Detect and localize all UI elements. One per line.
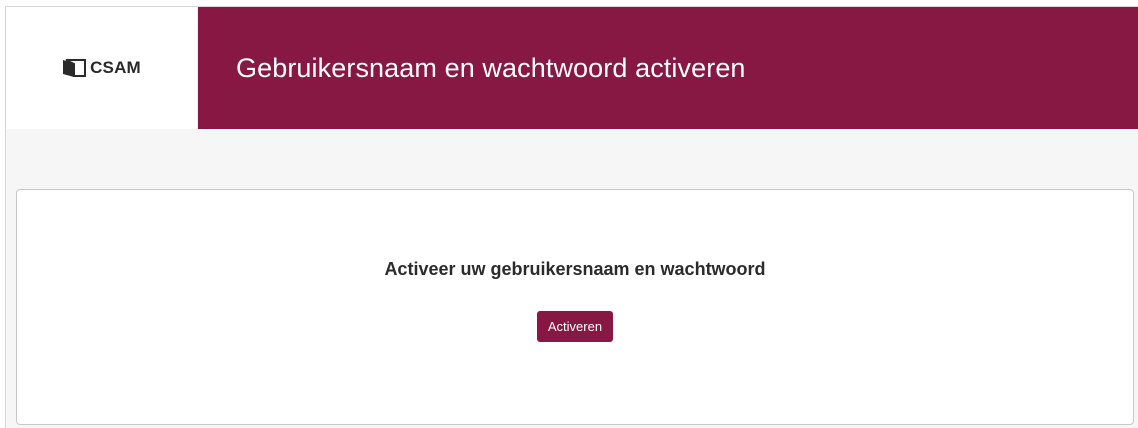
page-frame: CSAM Gebruikersnaam en wachtwoord active…	[5, 6, 1138, 428]
logo-container: CSAM	[6, 7, 198, 129]
csam-logo[interactable]: CSAM	[62, 58, 141, 78]
activate-button[interactable]: Activeren	[536, 311, 614, 342]
page-title: Gebruikersnaam en wachtwoord activeren	[236, 52, 746, 83]
page-header: CSAM Gebruikersnaam en wachtwoord active…	[6, 7, 1138, 129]
csam-door-logo-icon	[63, 59, 87, 77]
title-bar: Gebruikersnaam en wachtwoord activeren	[198, 7, 1138, 129]
card-heading: Activeer uw gebruikersnaam en wachtwoord	[384, 259, 766, 279]
logo-text: CSAM	[90, 58, 141, 77]
activation-card: Activeer uw gebruikersnaam en wachtwoord…	[16, 189, 1134, 425]
